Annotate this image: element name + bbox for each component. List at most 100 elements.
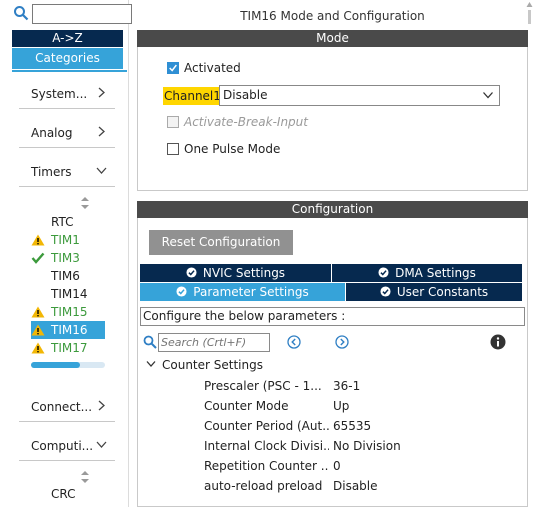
sidebar: A->Z Categories System... Analog Timers … — [0, 0, 132, 507]
check-circle-icon — [378, 267, 389, 278]
tab-label: Parameter Settings — [193, 285, 309, 299]
channel1-select[interactable]: Disable — [219, 85, 500, 106]
category-system[interactable]: System... — [19, 83, 115, 109]
param-name: Internal Clock Divisi... — [204, 439, 329, 453]
counter-settings-group[interactable]: Counter Settings — [146, 358, 263, 372]
param-name: Counter Mode — [204, 399, 289, 413]
group-label: Counter Settings — [162, 358, 263, 372]
chevron-right-icon — [98, 87, 105, 98]
search-icon — [143, 335, 157, 349]
parameter-search-input[interactable] — [158, 333, 270, 352]
sort-icon[interactable] — [80, 196, 90, 210]
warning-icon — [31, 342, 45, 354]
param-name: Repetition Counter ... — [204, 459, 329, 473]
param-value[interactable]: No Division — [333, 436, 401, 456]
list-item-label: TIM17 — [51, 341, 88, 355]
category-analog[interactable]: Analog — [19, 122, 115, 148]
sort-icon[interactable] — [80, 470, 90, 484]
timer-list: RTC TIM1 TIM3 TIM6 TIM14 TIM15 TIM16 TIM… — [31, 213, 111, 357]
one-pulse-label: One Pulse Mode — [184, 142, 281, 156]
prev-icon[interactable] — [287, 335, 301, 349]
list-item-crc[interactable]: CRC — [51, 487, 76, 501]
category-label: Timers — [31, 165, 72, 179]
category-timers[interactable]: Timers — [19, 161, 115, 187]
tab-label: NVIC Settings — [202, 266, 286, 280]
chevron-down-icon — [483, 92, 493, 99]
category-label: Connect... — [31, 400, 93, 414]
activated-label: Activated — [184, 61, 241, 75]
warning-icon — [31, 234, 45, 246]
one-pulse-checkbox[interactable] — [167, 143, 179, 155]
chevron-down-icon — [146, 361, 156, 367]
tab-parameter-settings[interactable]: Parameter Settings — [140, 283, 345, 301]
break-input-checkbox[interactable] — [167, 116, 179, 128]
sidebar-search — [12, 4, 132, 24]
tab-dma-settings[interactable]: DMA Settings — [332, 264, 522, 282]
param-value[interactable]: Disable — [333, 476, 378, 496]
list-item-label: TIM15 — [51, 305, 88, 319]
list-item-tim14[interactable]: TIM14 — [31, 285, 111, 303]
page-title: TIM16 Mode and Configuration — [240, 9, 425, 23]
categories-button[interactable]: Categories — [12, 48, 123, 69]
check-circle-icon — [380, 286, 391, 297]
param-value[interactable]: 0 — [333, 456, 341, 476]
configure-hint: Configure the below parameters : — [140, 307, 525, 326]
list-item-label: TIM1 — [51, 233, 80, 247]
param-name: auto-reload preload — [204, 479, 323, 493]
list-item-tim17[interactable]: TIM17 — [31, 339, 111, 357]
list-item-tim6[interactable]: TIM6 — [31, 267, 111, 285]
category-label: Analog — [31, 126, 73, 140]
list-item-label: RTC — [51, 215, 74, 229]
check-icon — [31, 252, 45, 264]
scrollbar-thumb[interactable] — [31, 362, 80, 368]
category-connectivity[interactable]: Connect... — [19, 396, 115, 422]
check-icon — [169, 64, 177, 72]
info-icon[interactable] — [490, 334, 506, 350]
tab-user-constants[interactable]: User Constants — [346, 283, 522, 301]
param-name: Prescaler (PSC - 1... — [204, 379, 322, 393]
tab-label: DMA Settings — [395, 266, 476, 280]
category-computing[interactable]: Computi... — [19, 435, 115, 461]
search-icon[interactable] — [13, 5, 29, 21]
param-row[interactable]: auto-reload preload Disable — [204, 476, 524, 496]
sidebar-search-input[interactable] — [32, 4, 132, 24]
chevron-right-icon — [98, 126, 105, 137]
next-icon[interactable] — [335, 335, 349, 349]
param-value[interactable]: 36-1 — [333, 376, 360, 396]
activated-checkbox[interactable] — [167, 62, 179, 74]
list-item-tim1[interactable]: TIM1 — [31, 231, 111, 249]
sort-az-button[interactable]: A->Z — [12, 30, 123, 47]
reset-configuration-button[interactable]: Reset Configuration — [149, 230, 293, 255]
param-row[interactable]: Counter Period (Aut... 65535 — [204, 416, 524, 436]
list-item-tim3[interactable]: TIM3 — [31, 249, 111, 267]
list-item-label: TIM3 — [51, 251, 80, 265]
channel1-label: Channel1 — [163, 87, 222, 105]
param-value[interactable]: Up — [333, 396, 349, 416]
param-row[interactable]: Prescaler (PSC - 1... 36-1 — [204, 376, 524, 396]
check-circle-icon — [186, 267, 197, 278]
param-row[interactable]: Repetition Counter ... 0 — [204, 456, 524, 476]
categories-underline — [12, 70, 127, 72]
category-label: System... — [31, 87, 88, 101]
list-item-rtc[interactable]: RTC — [31, 213, 111, 231]
warning-icon — [31, 306, 45, 318]
list-item-tim15[interactable]: TIM15 — [31, 303, 111, 321]
parameter-search — [143, 333, 270, 352]
channel1-select-value: Disable — [223, 88, 268, 102]
param-value[interactable]: 65535 — [333, 416, 371, 436]
check-circle-icon — [176, 286, 187, 297]
category-label: Computi... — [31, 439, 94, 453]
chevron-right-icon — [98, 400, 105, 411]
list-item-label: TIM14 — [51, 287, 88, 301]
chevron-down-icon — [96, 167, 107, 174]
param-row[interactable]: Internal Clock Divisi... No Division — [204, 436, 524, 456]
chevron-down-icon — [96, 441, 107, 448]
timer-list-scrollbar[interactable] — [31, 362, 105, 368]
window-scrollbar[interactable] — [526, 0, 533, 507]
list-item-tim16[interactable]: TIM16 — [31, 321, 105, 339]
param-name: Counter Period (Aut... — [204, 419, 329, 433]
list-item-label: TIM6 — [51, 269, 80, 283]
param-row[interactable]: Counter Mode Up — [204, 396, 524, 416]
tab-label: User Constants — [396, 285, 489, 299]
tab-nvic-settings[interactable]: NVIC Settings — [140, 264, 331, 282]
